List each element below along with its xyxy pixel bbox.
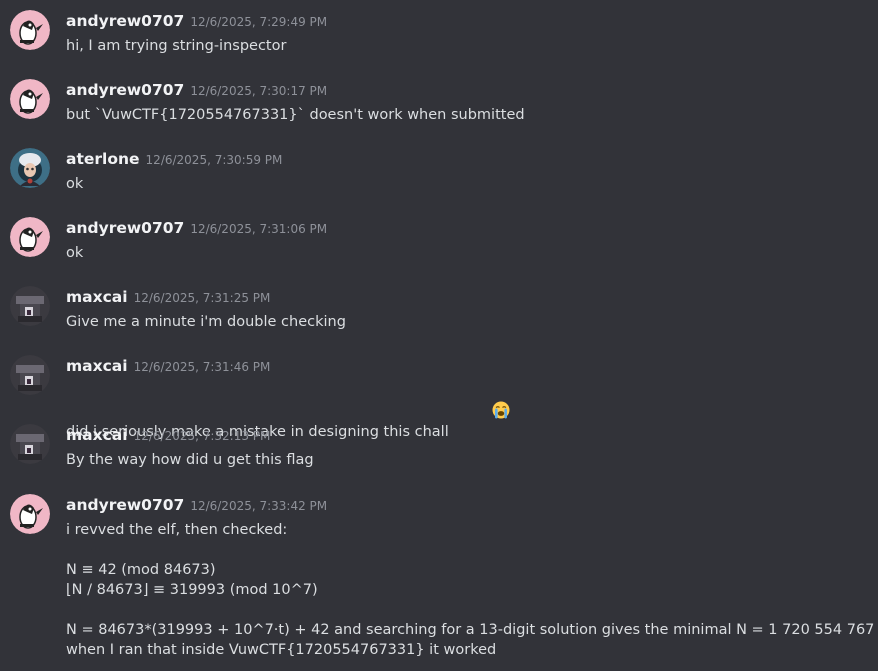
message-header: maxcai 12/6/2025, 7:31:25 PM — [66, 286, 270, 308]
message-line: when I ran that inside VuwCTF{1720554767… — [66, 642, 497, 658]
username[interactable]: maxcai — [66, 426, 128, 444]
message-line — [66, 600, 878, 620]
message-line: hi, I am trying string-inspector — [66, 38, 287, 54]
chat-message-list: andyrew0707 12/6/2025, 7:29:49 PM hi, I a… — [0, 0, 878, 671]
message-text: By the way how did u get this flag — [66, 450, 314, 470]
message-header: maxcai 12/6/2025, 7:31:46 PM — [66, 355, 270, 377]
pixel-avatar[interactable] — [10, 286, 50, 326]
timestamp: 12/6/2025, 7:30:59 PM — [145, 153, 283, 167]
timestamp: 12/6/2025, 7:30:17 PM — [190, 84, 328, 98]
message-text: Give me a minute i'm double checking — [66, 312, 346, 332]
message-line — [66, 540, 878, 560]
anime-avatar[interactable] — [10, 148, 50, 188]
message-header: aterlone 12/6/2025, 7:30:59 PM — [66, 148, 282, 170]
username[interactable]: andyrew0707 — [66, 496, 184, 514]
username[interactable]: andyrew0707 — [66, 12, 184, 30]
username[interactable]: andyrew0707 — [66, 81, 184, 99]
pixel-avatar[interactable] — [10, 355, 50, 395]
timestamp: 12/6/2025, 7:32:13 PM — [133, 429, 271, 443]
timestamp: 12/6/2025, 7:29:49 PM — [190, 15, 328, 29]
message-header: andyrew0707 12/6/2025, 7:29:49 PM — [66, 10, 327, 32]
message-text: ok — [66, 174, 83, 194]
message-text: ok — [66, 243, 83, 263]
message-header: andyrew0707 12/6/2025, 7:33:42 PM — [66, 494, 327, 516]
username[interactable]: andyrew0707 — [66, 219, 184, 237]
message-text: but `VuwCTF{1720554767331}` doesn't work… — [66, 105, 525, 125]
pixel-avatar[interactable] — [10, 424, 50, 464]
message-line: ok — [66, 245, 84, 261]
message-text: hi, I am trying string-inspector — [66, 36, 286, 56]
message-header: andyrew0707 12/6/2025, 7:31:06 PM — [66, 217, 327, 239]
timestamp: 12/6/2025, 7:33:42 PM — [190, 499, 328, 513]
username[interactable]: maxcai — [66, 357, 128, 375]
timestamp: 12/6/2025, 7:31:06 PM — [190, 222, 328, 236]
username[interactable]: aterlone — [66, 150, 140, 168]
username[interactable]: maxcai — [66, 288, 128, 306]
message-line: Give me a minute i'm double checking — [66, 314, 346, 330]
message-header: maxcai 12/6/2025, 7:32:13 PM — [66, 424, 270, 446]
message-line: but `VuwCTF{1720554767331}` doesn't work… — [66, 107, 525, 123]
message-line: ok — [66, 176, 84, 192]
message-line: ⌊N / 84673⌋ ≡ 319993 (mod 10^7) — [66, 582, 318, 598]
crying-face-emoji-icon — [455, 381, 510, 419]
message-line: By the way how did u get this flag — [66, 452, 314, 468]
message-line: i revved the elf, then checked: — [66, 522, 288, 538]
message-line: N ≡ 42 (mod 84673) — [66, 562, 216, 578]
penguin-avatar[interactable] — [10, 79, 50, 119]
penguin-avatar[interactable] — [10, 10, 50, 50]
message-text: i revved the elf, then checked: N ≡ 42 (m… — [66, 520, 878, 660]
timestamp: 12/6/2025, 7:31:25 PM — [133, 291, 271, 305]
message-header: andyrew0707 12/6/2025, 7:30:17 PM — [66, 79, 327, 101]
penguin-avatar[interactable] — [10, 494, 50, 534]
timestamp: 12/6/2025, 7:31:46 PM — [133, 360, 271, 374]
penguin-avatar[interactable] — [10, 217, 50, 257]
message-line: N = 84673*(319993 + 10^7·t) + 42 and sea… — [66, 622, 878, 638]
